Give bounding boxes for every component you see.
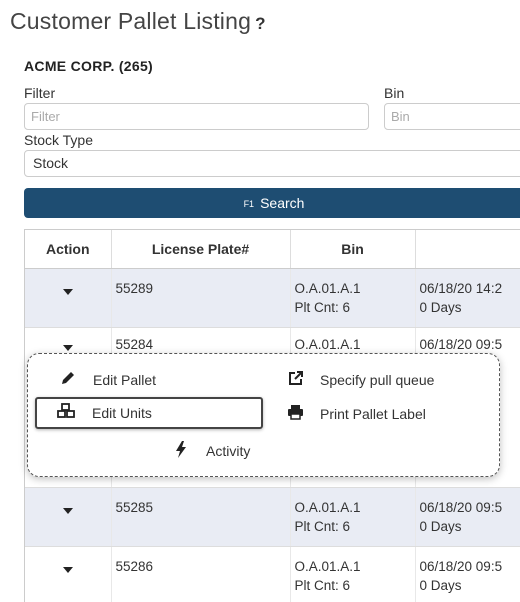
column-header-date[interactable]	[415, 230, 520, 269]
days-value: 0 Days	[420, 298, 520, 317]
table-header-row: Action License Plate# Bin	[25, 230, 520, 269]
date-value: 06/18/20 09:5	[420, 498, 520, 517]
action-dropdown-icon[interactable]	[63, 345, 73, 351]
bin-value: O.A.01.A.1	[295, 498, 411, 517]
cubes-icon	[56, 403, 78, 423]
pallet-count: Plt Cnt: 6	[295, 298, 411, 317]
menu-item-activity[interactable]: Activity	[170, 439, 250, 463]
stock-type-value: Stock	[33, 155, 68, 171]
license-plate-cell: 55285	[111, 488, 290, 547]
bin-cell: O.A.01.A.1Plt Cnt: 6	[290, 488, 415, 547]
column-header-license-plate[interactable]: License Plate#	[111, 230, 290, 269]
table-row: 55289 O.A.01.A.1Plt Cnt: 6 06/18/20 14:2…	[25, 269, 520, 328]
action-dropdown-icon[interactable]	[63, 567, 73, 573]
action-cell	[25, 547, 111, 602]
date-value: 06/18/20 09:5	[420, 557, 520, 576]
date-cell: 06/18/20 09:50 Days	[415, 547, 520, 602]
lightning-bolt-icon	[170, 441, 192, 462]
help-icon[interactable]: ?	[255, 14, 266, 33]
pallet-count: Plt Cnt: 6	[295, 517, 411, 536]
menu-item-label: Activity	[206, 443, 250, 459]
menu-item-label: Edit Units	[92, 405, 152, 421]
search-shortcut-key: F1	[244, 199, 255, 209]
action-dropdown-icon[interactable]	[63, 289, 73, 295]
customer-name: ACME CORP. (265)	[24, 58, 153, 74]
license-plate-cell: 55286	[111, 547, 290, 602]
table-row: 55285 O.A.01.A.1Plt Cnt: 6 06/18/20 09:5…	[25, 488, 520, 547]
bin-cell: O.A.01.A.1Plt Cnt: 6	[290, 547, 415, 602]
bin-input[interactable]	[384, 103, 520, 130]
date-cell: 06/18/20 14:20 Days	[415, 269, 520, 328]
date-value: 06/18/20 09:5	[420, 335, 520, 354]
table-row: 55286 O.A.01.A.1Plt Cnt: 6 06/18/20 09:5…	[25, 547, 520, 602]
search-button[interactable]: F1 Search	[24, 188, 520, 218]
action-dropdown-icon[interactable]	[63, 508, 73, 514]
pencil-icon	[57, 370, 79, 390]
bin-value: O.A.01.A.1	[295, 335, 411, 354]
search-button-label: Search	[260, 195, 304, 211]
page-title-text: Customer Pallet Listing	[10, 8, 251, 34]
bin-value: O.A.01.A.1	[295, 279, 411, 298]
menu-item-edit-pallet[interactable]: Edit Pallet	[57, 368, 156, 392]
bin-label: Bin	[384, 85, 404, 101]
bin-value: O.A.01.A.1	[295, 557, 411, 576]
column-header-bin[interactable]: Bin	[290, 230, 415, 269]
menu-item-print-pallet-label[interactable]: Print Pallet Label	[284, 402, 426, 426]
menu-item-edit-units[interactable]: Edit Units	[35, 397, 263, 429]
action-cell	[25, 269, 111, 328]
date-cell: 06/18/20 09:50 Days	[415, 488, 520, 547]
date-value: 06/18/20 14:2	[420, 279, 520, 298]
action-cell	[25, 488, 111, 547]
menu-item-specify-pull-queue[interactable]: Specify pull queue	[284, 368, 434, 392]
menu-item-label: Print Pallet Label	[320, 406, 426, 422]
page-title: Customer Pallet Listing?	[10, 8, 266, 35]
days-value: 0 Days	[420, 576, 520, 595]
stock-type-label: Stock Type	[24, 132, 93, 148]
days-value: 0 Days	[420, 517, 520, 536]
external-link-icon	[284, 370, 306, 391]
menu-item-label: Specify pull queue	[320, 372, 434, 388]
stock-type-select[interactable]: Stock	[24, 150, 520, 177]
filter-input[interactable]	[24, 103, 369, 130]
action-menu-popup: Edit Pallet Specify pull queue Edit Unit…	[27, 353, 500, 477]
printer-icon	[284, 404, 306, 424]
filter-label: Filter	[24, 85, 55, 101]
bin-cell: O.A.01.A.1Plt Cnt: 6	[290, 269, 415, 328]
column-header-action[interactable]: Action	[25, 230, 111, 269]
pallet-count: Plt Cnt: 6	[295, 576, 411, 595]
license-plate-cell: 55289	[111, 269, 290, 328]
menu-item-label: Edit Pallet	[93, 372, 156, 388]
